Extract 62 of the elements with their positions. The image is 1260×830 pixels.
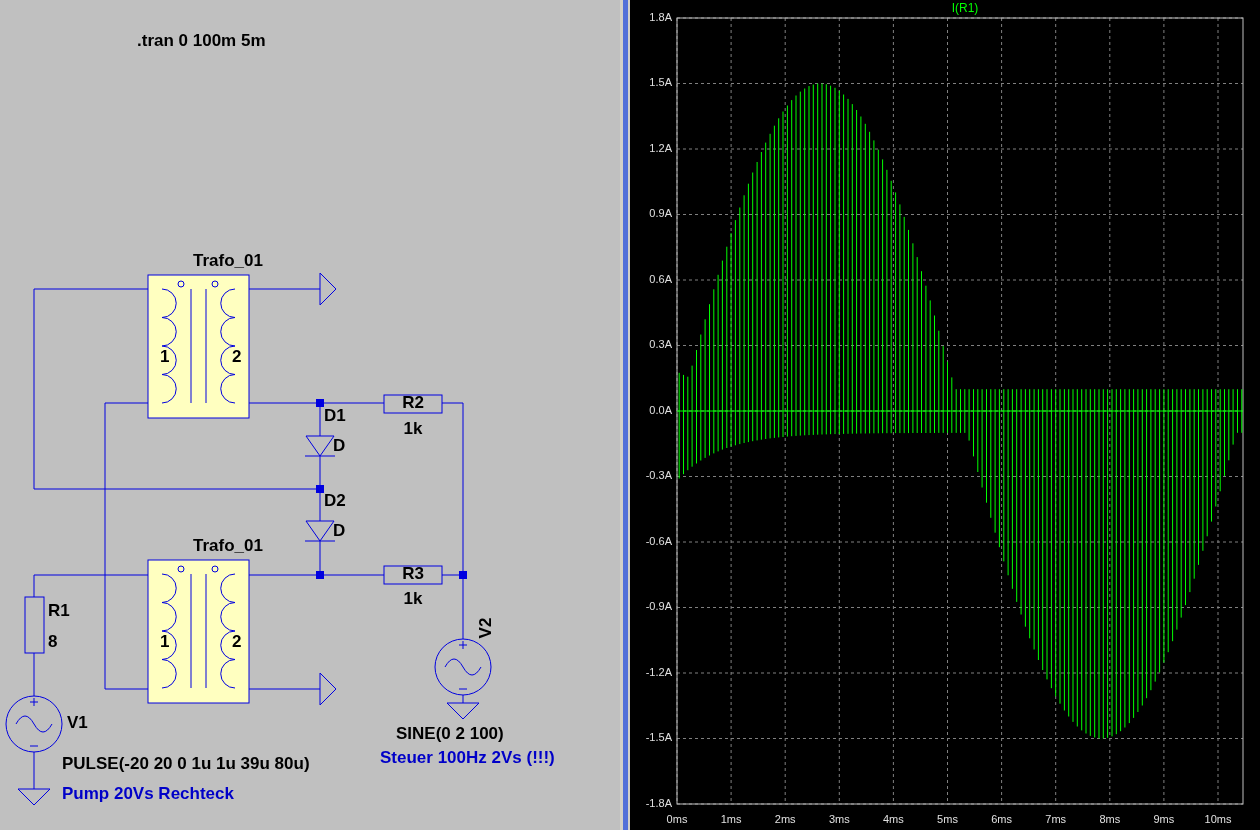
resistor-icon[interactable] xyxy=(383,565,443,585)
y-tick-label: -1.8A xyxy=(645,796,672,809)
y-tick-label: -0.3A xyxy=(645,469,672,482)
y-tick-label: -0.6A xyxy=(645,534,672,547)
component-value: 1k xyxy=(403,589,423,609)
pin-label: 1 xyxy=(160,347,170,367)
y-tick-label: 1.5A xyxy=(649,76,672,89)
component-label: D1 xyxy=(324,406,346,426)
y-tick-label: 1.8A xyxy=(649,10,672,23)
net-flag-icon xyxy=(319,272,337,306)
component-label: R3 xyxy=(402,564,424,584)
x-tick-label: 7ms xyxy=(1045,812,1067,825)
wire xyxy=(33,652,35,697)
x-tick-label: 1ms xyxy=(720,812,742,825)
resistor-icon[interactable] xyxy=(383,394,443,414)
y-tick-label: -1.5A xyxy=(645,731,672,744)
component-label: Trafo_01 xyxy=(193,536,263,556)
voltage-source-icon[interactable] xyxy=(5,695,63,753)
y-tick-label: 1.2A xyxy=(649,141,672,154)
component-value: 1k xyxy=(403,419,423,439)
x-tick-label: 6ms xyxy=(991,812,1012,825)
x-tick-label: 5ms xyxy=(937,812,958,825)
x-tick-label: 9ms xyxy=(1153,812,1175,825)
y-tick-label: 0.0A xyxy=(649,403,672,416)
component-value: D xyxy=(333,521,346,541)
component-label: D2 xyxy=(324,491,346,511)
y-tick-label: 0.6A xyxy=(649,272,672,285)
transformer-drawing[interactable] xyxy=(147,559,250,704)
x-tick-label: 2ms xyxy=(774,812,796,825)
x-tick-label: 10ms xyxy=(1204,812,1232,825)
splitter-bar[interactable] xyxy=(620,0,630,830)
component-comment: Pump 20Vs Rechteck xyxy=(62,784,234,804)
pin-label: 2 xyxy=(232,347,242,367)
trace-title[interactable]: I(R1) xyxy=(951,1,979,16)
component-label: V1 xyxy=(67,713,88,733)
component-label: V2 xyxy=(476,617,496,639)
component-value: PULSE(-20 20 0 1u 1u 39u 80u) xyxy=(62,754,310,774)
y-tick-label: -0.9A xyxy=(645,600,672,613)
component-value: D xyxy=(333,436,346,456)
spice-directive: .tran 0 100m 5m xyxy=(137,31,266,51)
ground-icon xyxy=(17,751,51,806)
y-tick-label: -1.2A xyxy=(645,665,672,678)
x-tick-label: 0ms xyxy=(666,812,688,825)
component-value: 8 xyxy=(48,632,58,652)
ground-icon xyxy=(446,694,480,720)
net-flag-icon xyxy=(319,672,337,706)
component-value: SINE(0 2 100) xyxy=(396,724,504,744)
x-tick-label: 4ms xyxy=(883,812,904,825)
component-label: Trafo_01 xyxy=(193,251,263,271)
pin-label: 2 xyxy=(232,632,242,652)
x-tick-label: 3ms xyxy=(828,812,850,825)
y-tick-label: 0.3A xyxy=(649,338,672,351)
y-tick-label: 0.9A xyxy=(649,207,672,220)
component-label: R1 xyxy=(48,601,70,621)
component-comment: Steuer 100Hz 2Vs (!!!) xyxy=(380,748,555,768)
x-tick-label: 8ms xyxy=(1099,812,1121,825)
pin-label: 1 xyxy=(160,632,170,652)
component-label: R2 xyxy=(402,393,424,413)
transformer-drawing[interactable] xyxy=(147,274,250,419)
voltage-source-icon[interactable] xyxy=(434,638,492,696)
diode-icon[interactable] xyxy=(304,520,336,542)
diode-icon[interactable] xyxy=(304,435,336,457)
